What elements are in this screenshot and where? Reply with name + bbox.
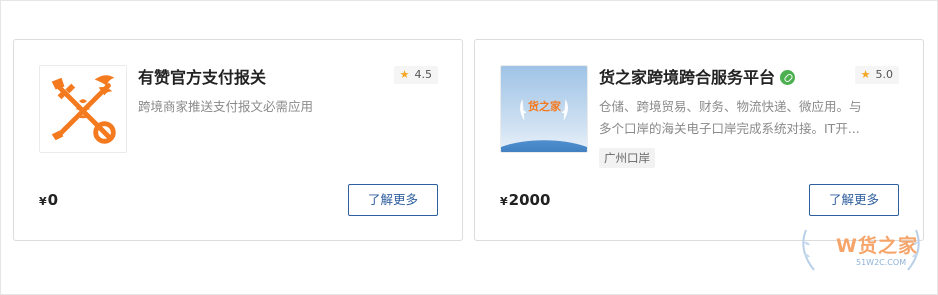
currency-symbol: ¥ [39, 195, 47, 208]
card-title-text: 货之家跨境跨合服务平台 [599, 68, 776, 87]
description-line: 仓储、跨境贸易、财务、物流快递、微应用。与 [599, 99, 862, 114]
learn-more-button[interactable]: 了解更多 [809, 184, 899, 216]
price: ¥2000 [500, 191, 550, 209]
rating-badge: ★ 5.0 [854, 66, 899, 84]
huozhijia-logo: 货之家 [500, 65, 588, 153]
app-card-huozhijia[interactable]: 货之家 货之家跨境跨合服务平台 ★ 5.0 仓储、跨境贸易、财务、物流快递、微应用… [474, 39, 924, 241]
learn-more-button[interactable]: 了解更多 [348, 184, 438, 216]
watermark-text: W货之家 [836, 235, 918, 257]
verified-icon [780, 70, 796, 85]
card-title[interactable]: 有赞官方支付报关 [138, 64, 266, 88]
rating-value: 4.5 [414, 68, 433, 81]
port-tag[interactable]: 广州口岸 [599, 148, 655, 168]
logo-text: 货之家 [528, 100, 561, 113]
rating-badge: ★ 4.5 [393, 66, 438, 84]
app-card-payment-customs[interactable]: 有赞官方支付报关 ★ 4.5 跨境商家推送支付报文必需应用 ¥0 了解更多 [13, 39, 463, 241]
currency-symbol: ¥ [500, 195, 508, 208]
watermark-sub: 51W2C.COM [856, 258, 907, 267]
price-value: 0 [47, 191, 59, 209]
rating-value: 5.0 [875, 68, 894, 81]
card-title[interactable]: 货之家跨境跨合服务平台 [599, 64, 796, 88]
price-value: 2000 [508, 191, 551, 209]
description-line: 多个口岸的海关电子口岸完成系统对接。IT开... [599, 121, 860, 136]
card-description: 仓储、跨境贸易、财务、物流快递、微应用。与 多个口岸的海关电子口岸完成系统对接。… [599, 96, 899, 140]
card-description: 跨境商家推送支付报文必需应用 [138, 99, 314, 114]
watermark-logo: W货之家 51W2C.COM [796, 222, 926, 282]
price: ¥0 [39, 191, 58, 209]
customs-key-logo [39, 65, 127, 153]
star-icon: ★ [399, 68, 410, 81]
star-icon: ★ [860, 68, 871, 81]
